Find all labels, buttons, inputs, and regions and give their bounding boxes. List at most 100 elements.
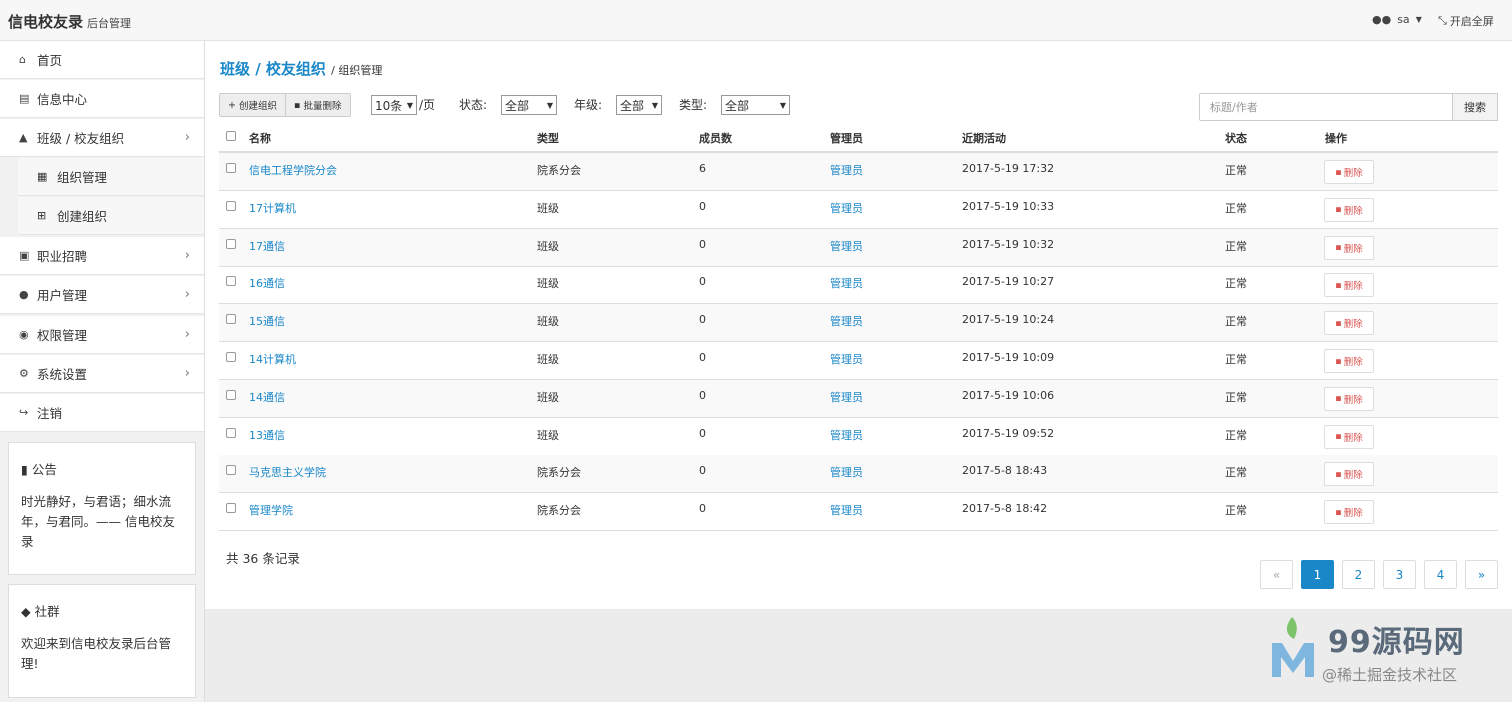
chevron-right-icon: › bbox=[184, 287, 190, 302]
notice-panel: ▮ 公告 时光静好，与君语；细水流年，与君同。—— 信电校友录 bbox=[8, 442, 196, 575]
table-row: 13通信 班级 0 管理员 2017-5-19 09:52 正常 ▪ 删除 bbox=[219, 418, 1498, 456]
delete-button[interactable]: ▪ 删除 bbox=[1324, 349, 1374, 373]
admin-link[interactable]: 管理员 bbox=[830, 427, 863, 443]
org-name-link[interactable]: 14计算机 bbox=[249, 351, 296, 367]
community-panel: ◆ 社群 欢迎来到信电校友录后台管理! bbox=[8, 584, 196, 698]
sidebar-item-home[interactable]: ⌂ 首页 bbox=[0, 41, 204, 79]
status-select[interactable]: 全部 ▼ bbox=[501, 95, 557, 115]
row-checkbox[interactable] bbox=[226, 503, 236, 514]
search-input[interactable]: 标题/作者 bbox=[1199, 93, 1453, 121]
org-name-link[interactable]: 信电工程学院分会 bbox=[249, 162, 337, 178]
row-checkbox[interactable] bbox=[226, 389, 236, 400]
status-text: 正常 bbox=[1225, 504, 1247, 518]
delete-button[interactable]: ▪ 删除 bbox=[1324, 500, 1374, 525]
delete-button[interactable]: ▪ 删除 bbox=[1324, 160, 1374, 184]
create-org-button[interactable]: + 创建组织 bbox=[220, 94, 287, 116]
caret-down-icon: ▼ bbox=[779, 100, 786, 110]
table-row: 17计算机 班级 0 管理员 2017-5-19 10:33 正常 ▪ 删除 bbox=[219, 191, 1498, 229]
username: sa bbox=[1397, 13, 1410, 26]
select-all-checkbox[interactable] bbox=[226, 131, 236, 141]
org-name-link[interactable]: 17通信 bbox=[249, 238, 285, 254]
delete-button[interactable]: ▪ 删除 bbox=[1324, 462, 1374, 487]
member-count: 0 bbox=[699, 275, 706, 289]
org-name-link[interactable]: 16通信 bbox=[249, 275, 285, 291]
org-type: 班级 bbox=[537, 239, 559, 253]
breadcrumb-main[interactable]: 班级 / 校友组织 bbox=[220, 60, 326, 78]
admin-link[interactable]: 管理员 bbox=[830, 162, 863, 178]
admin-link[interactable]: 管理员 bbox=[830, 502, 863, 518]
delete-button[interactable]: ▪ 删除 bbox=[1324, 386, 1374, 411]
status-text: 正常 bbox=[1225, 239, 1247, 253]
plus-square-icon: ⊞ bbox=[37, 209, 47, 222]
pagination-page-2[interactable]: 2 bbox=[1342, 560, 1375, 589]
search-button[interactable]: 搜索 bbox=[1452, 93, 1498, 121]
org-name-link[interactable]: 17计算机 bbox=[249, 200, 296, 216]
admin-link[interactable]: 管理员 bbox=[830, 464, 863, 480]
recent-activity: 2017-5-19 10:32 bbox=[962, 237, 1055, 251]
trash-icon: ▪ bbox=[1335, 242, 1342, 254]
row-checkbox[interactable] bbox=[226, 352, 236, 362]
org-name-link[interactable]: 14通信 bbox=[249, 389, 285, 405]
batch-delete-button[interactable]: ▪ 批量删除 bbox=[286, 94, 350, 116]
sidebar-item-logout[interactable]: ↪ 注销 bbox=[0, 394, 204, 432]
notice-title: ▮ 公告 bbox=[21, 462, 57, 477]
sidebar-subitem-create-org[interactable]: ⊞ 创建组织 bbox=[18, 197, 204, 235]
pagination-next[interactable]: » bbox=[1465, 560, 1498, 589]
sidebar-item-settings[interactable]: ⚙ 系统设置 › bbox=[0, 355, 204, 393]
pagination-page-1[interactable]: 1 bbox=[1301, 560, 1334, 589]
org-name-link[interactable]: 13通信 bbox=[249, 427, 285, 443]
row-checkbox[interactable] bbox=[226, 276, 236, 287]
delete-button[interactable]: ▪ 删除 bbox=[1324, 273, 1374, 298]
watermark-title: 99源码网 bbox=[1328, 625, 1465, 660]
admin-link[interactable]: 管理员 bbox=[830, 238, 863, 254]
pagination-page-4[interactable]: 4 bbox=[1424, 560, 1457, 589]
org-type: 班级 bbox=[537, 315, 559, 329]
community-title: ◆ 社群 bbox=[21, 604, 60, 619]
delete-button[interactable]: ▪ 删除 bbox=[1324, 311, 1374, 336]
member-count: 0 bbox=[699, 237, 706, 251]
table-row: 14计算机 班级 0 管理员 2017-5-19 10:09 正常 ▪ 删除 bbox=[219, 342, 1498, 380]
plus-icon: + bbox=[228, 99, 236, 111]
org-name-link[interactable]: 15通信 bbox=[249, 313, 285, 329]
newspaper-icon: ▤ bbox=[19, 92, 30, 105]
type-filter-label: 类型: bbox=[679, 98, 708, 112]
sidebar-item-info-center[interactable]: ▤ 信息中心 bbox=[0, 80, 204, 118]
chevron-right-icon: › bbox=[184, 366, 190, 381]
sidebar-item-users[interactable]: ● 用户管理 › bbox=[0, 276, 204, 314]
org-type: 班级 bbox=[537, 277, 559, 291]
delete-button[interactable]: ▪ 删除 bbox=[1324, 197, 1374, 222]
row-checkbox[interactable] bbox=[226, 465, 236, 476]
org-type: 班级 bbox=[537, 428, 559, 442]
trash-icon: ▪ bbox=[1335, 204, 1342, 216]
type-select[interactable]: 全部 ▼ bbox=[721, 95, 790, 115]
grade-select[interactable]: 全部 ▼ bbox=[616, 95, 662, 115]
admin-link[interactable]: 管理员 bbox=[830, 313, 863, 329]
sidebar-item-class-org[interactable]: ▲ 班级 / 校友组织 › bbox=[0, 119, 204, 157]
breadcrumb: 班级 / 校友组织 / 组织管理 bbox=[220, 58, 382, 79]
sidebar-item-permissions[interactable]: ◉ 权限管理 › bbox=[0, 316, 204, 354]
column-header-members: 成员数 bbox=[699, 132, 732, 145]
admin-link[interactable]: 管理员 bbox=[830, 351, 863, 367]
sidebar-item-jobs[interactable]: ▣ 职业招聘 › bbox=[0, 237, 204, 275]
user-menu[interactable]: ●● sa ▼ bbox=[1372, 13, 1422, 26]
org-name-link[interactable]: 管理学院 bbox=[249, 502, 293, 518]
pagination-prev[interactable]: « bbox=[1260, 560, 1293, 589]
row-checkbox[interactable] bbox=[226, 427, 236, 438]
delete-button[interactable]: ▪ 删除 bbox=[1324, 235, 1374, 260]
org-type: 班级 bbox=[537, 390, 559, 404]
admin-link[interactable]: 管理员 bbox=[830, 200, 863, 216]
org-name-link[interactable]: 马克思主义学院 bbox=[249, 464, 326, 480]
fullscreen-button[interactable]: ⤡ 开启全屏 bbox=[1438, 13, 1494, 29]
row-checkbox[interactable] bbox=[226, 163, 236, 173]
page-size-select[interactable]: 10条 ▼ bbox=[371, 95, 417, 115]
row-checkbox[interactable] bbox=[226, 238, 236, 249]
admin-link[interactable]: 管理员 bbox=[830, 275, 863, 291]
admin-link[interactable]: 管理员 bbox=[830, 389, 863, 405]
row-checkbox[interactable] bbox=[226, 200, 236, 211]
pagination-page-3[interactable]: 3 bbox=[1383, 560, 1416, 589]
delete-button[interactable]: ▪ 删除 bbox=[1324, 424, 1374, 449]
row-checkbox[interactable] bbox=[226, 314, 236, 325]
brand-title[interactable]: 信电校友录 后台管理 bbox=[8, 11, 131, 32]
sidebar-subitem-org-manage[interactable]: ▦ 组织管理 bbox=[18, 158, 204, 196]
eye-icon: ◉ bbox=[19, 328, 29, 341]
